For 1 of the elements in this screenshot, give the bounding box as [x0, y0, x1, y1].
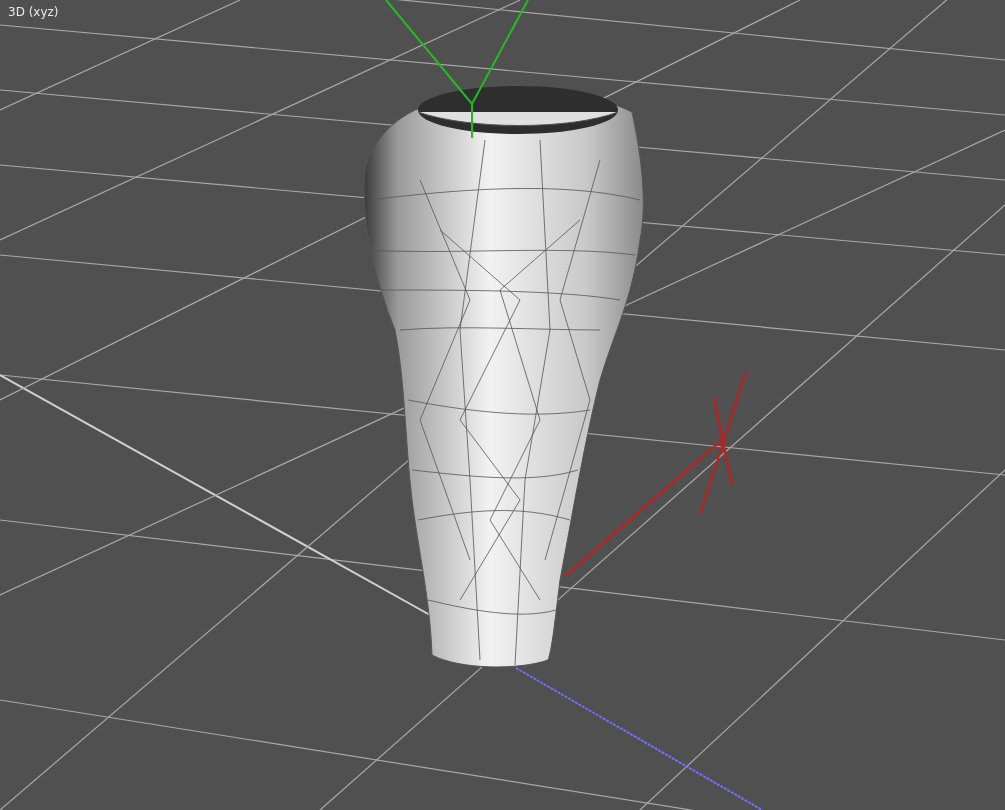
viewport-label: 3D (xyz): [8, 4, 59, 20]
